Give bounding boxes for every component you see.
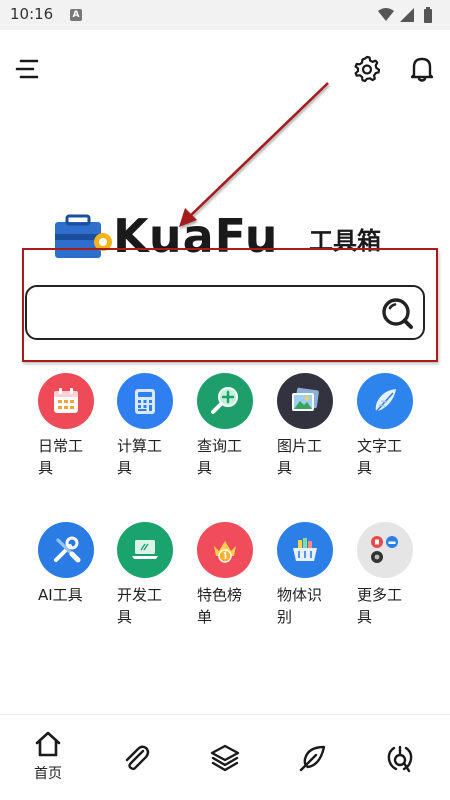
search-icon	[382, 298, 413, 329]
battery-icon	[424, 7, 432, 23]
tool-icon-bg	[117, 522, 173, 578]
tool-daily[interactable]: 日常工具	[38, 373, 94, 479]
search-button[interactable]	[379, 295, 417, 333]
tool-ai[interactable]: AI工具	[38, 522, 94, 606]
menu-icon	[15, 59, 39, 79]
laptop-icon	[132, 540, 158, 559]
menu-button[interactable]	[10, 52, 44, 86]
magnifier-plus-icon	[211, 387, 238, 414]
tool-label: 日常工具	[38, 437, 84, 477]
tool-text[interactable]: 文字工具	[357, 373, 413, 479]
search-input[interactable]	[39, 297, 369, 327]
tool-label: 文字工具	[357, 437, 403, 477]
wrench-screwdriver-icon	[54, 536, 81, 563]
settings-button[interactable]	[350, 52, 384, 86]
tool-label: 图片工具	[277, 437, 323, 477]
tools-settings-icon	[387, 745, 413, 773]
status-time: 10:16	[10, 5, 54, 23]
tool-query[interactable]: 查询工具	[197, 373, 253, 479]
tool-ranking[interactable]: 特色榜单	[197, 522, 253, 628]
tool-icon-bg	[117, 373, 173, 429]
signal-icon	[400, 8, 414, 22]
tool-label: 特色榜单	[197, 586, 243, 626]
tool-icon-bg	[38, 522, 94, 578]
nav-attachments[interactable]	[111, 743, 161, 800]
crown-badge-icon	[214, 541, 236, 563]
tool-icon-bg	[357, 373, 413, 429]
layers-icon	[210, 744, 240, 772]
tool-dev[interactable]: 开发工具	[117, 522, 173, 628]
status-icons	[376, 6, 440, 28]
feather-icon	[374, 389, 396, 414]
tool-picture[interactable]: 图片工具	[277, 373, 333, 479]
tool-label: 更多工具	[357, 586, 403, 626]
tool-icon-bg	[277, 373, 333, 429]
tool-icon-bg	[197, 522, 253, 578]
gear-icon	[354, 55, 381, 83]
tool-label: 物体识别	[277, 586, 323, 626]
picture-icon	[292, 387, 319, 411]
nav-tools[interactable]	[375, 743, 425, 800]
tool-label: 计算工具	[117, 437, 163, 477]
more-apps-icon	[371, 536, 398, 563]
calendar-icon	[54, 388, 78, 413]
notification-button[interactable]	[405, 52, 439, 86]
bottom-nav: 首页	[0, 714, 450, 800]
nav-layers[interactable]	[200, 743, 250, 800]
wifi-icon	[378, 8, 394, 21]
tool-label: AI工具	[38, 586, 83, 604]
tool-icon-bg	[277, 522, 333, 578]
paperclip-icon	[125, 745, 150, 770]
home-icon	[35, 731, 61, 757]
nav-label: 首页	[34, 766, 62, 782]
tool-icon-bg	[38, 373, 94, 429]
basket-icon	[293, 538, 317, 561]
tool-label: 查询工具	[197, 437, 243, 477]
tool-icon-bg	[357, 522, 413, 578]
tool-icon-bg	[197, 373, 253, 429]
leaf-icon	[299, 745, 326, 772]
tool-label: 开发工具	[117, 586, 163, 626]
calculator-icon	[135, 389, 155, 414]
tool-calculate[interactable]: 计算工具	[117, 373, 173, 479]
nav-leaf[interactable]	[288, 743, 338, 800]
tool-object-recognition[interactable]: 物体识别	[277, 522, 333, 628]
bell-icon	[410, 57, 434, 82]
nav-home[interactable]: 首页	[23, 729, 73, 789]
status-bar: 10:16 A	[0, 0, 450, 30]
search-box[interactable]	[25, 285, 425, 340]
notification-badge: A	[70, 9, 82, 21]
tool-more[interactable]: 更多工具	[357, 522, 413, 628]
